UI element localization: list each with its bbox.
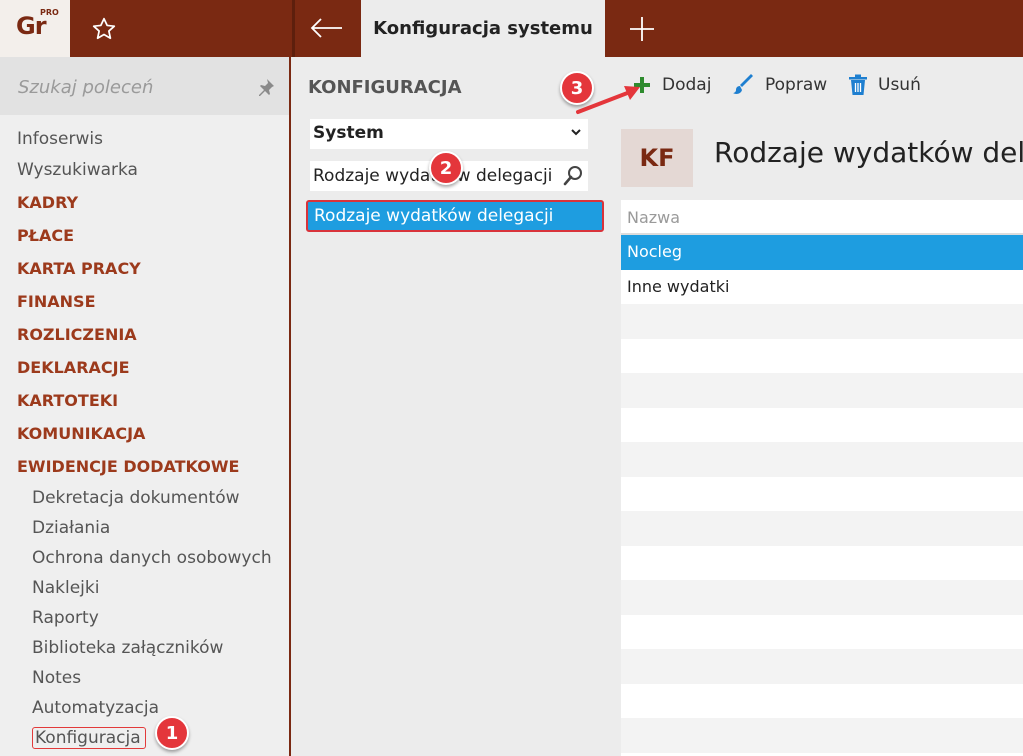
table-row-empty <box>621 546 1023 581</box>
tree-item-rodzaje-wydatkow[interactable]: Rodzaje wydatków delegacji <box>306 200 604 232</box>
table-row-empty <box>621 477 1023 512</box>
star-icon <box>92 17 116 40</box>
sidebar-subitem-naklejki[interactable]: Naklejki <box>17 573 287 603</box>
sidebar-category-place[interactable]: PŁACE <box>17 219 287 252</box>
table-row-empty <box>621 615 1023 650</box>
sidebar-item-infoserwis[interactable]: Infoserwis <box>17 124 287 155</box>
table-row-empty <box>621 580 1023 615</box>
table-row-empty <box>621 649 1023 684</box>
sidebar-category-kadry[interactable]: KADRY <box>17 186 287 219</box>
table-row[interactable]: Inne wydatki <box>621 270 1023 305</box>
tab-konfiguracja-systemu[interactable]: Konfiguracja systemu <box>361 0 605 57</box>
brush-icon <box>733 74 753 94</box>
section-select[interactable]: System <box>310 119 588 149</box>
table-row[interactable]: Nocleg <box>621 235 1023 270</box>
sidebar: Szukaj poleceń Infoserwis Wyszukiwarka K… <box>0 57 291 756</box>
search-icon[interactable] <box>562 165 584 187</box>
sidebar-subitem-biblioteka[interactable]: Biblioteka załączników <box>17 633 287 663</box>
sidebar-subitem-notes[interactable]: Notes <box>17 663 287 693</box>
top-divider <box>292 0 295 57</box>
edit-button-label: Popraw <box>765 75 828 95</box>
sidebar-subitem-konfiguracja[interactable]: Konfiguracja <box>17 723 287 753</box>
new-tab-button[interactable] <box>622 12 662 46</box>
data-table: Nazwa Nocleg Inne wydatki <box>621 200 1023 756</box>
sidebar-nav: Infoserwis Wyszukiwarka KADRY PŁACE KART… <box>17 124 287 753</box>
sidebar-subitem-konfiguracja-label: Konfiguracja <box>32 727 146 749</box>
delete-button-label: Usuń <box>878 75 921 95</box>
sidebar-category-kartoteki[interactable]: KARTOTEKI <box>17 384 287 417</box>
sidebar-subitem-dekretacja[interactable]: Dekretacja dokumentów <box>17 483 287 513</box>
search-input[interactable]: Szukaj poleceń <box>18 77 153 98</box>
module-badge: KF <box>621 129 693 187</box>
sidebar-category-komunikacja[interactable]: KOMUNIKACJA <box>17 417 287 450</box>
section-select-value: System <box>313 123 384 143</box>
page-title: Rodzaje wydatków dele <box>714 136 1023 169</box>
table-row-empty <box>621 442 1023 477</box>
sidebar-category-deklaracje[interactable]: DEKLARACJE <box>17 351 287 384</box>
sidebar-category-karta-pracy[interactable]: KARTA PRACY <box>17 252 287 285</box>
tree-item-label: Rodzaje wydatków delegacji <box>314 206 554 226</box>
table-row-empty <box>621 339 1023 374</box>
sidebar-subitem-raporty[interactable]: Raporty <box>17 603 287 633</box>
plus-icon <box>630 17 654 41</box>
back-button[interactable] <box>306 12 346 44</box>
sidebar-category-ewidencje-dodatkowe[interactable]: EWIDENCJE DODATKOWE <box>17 450 287 483</box>
sidebar-category-rozliczenia[interactable]: ROZLICZENIA <box>17 318 287 351</box>
sidebar-category-finanse[interactable]: FINANSE <box>17 285 287 318</box>
table-row-empty <box>621 511 1023 546</box>
callout-1: 1 <box>155 716 189 750</box>
favorites-button[interactable] <box>88 14 120 44</box>
edit-button[interactable]: Popraw <box>733 67 827 103</box>
back-arrow-icon <box>310 18 342 38</box>
pin-icon[interactable] <box>256 77 276 97</box>
callout-3: 3 <box>560 71 594 105</box>
add-button-label: Dodaj <box>662 75 712 95</box>
sidebar-subitem-ochrona-danych[interactable]: Ochrona danych osobowych <box>17 543 287 573</box>
app-logo[interactable]: Gr PRO <box>0 0 70 57</box>
sidebar-subitem-automatyzacja[interactable]: Automatyzacja <box>17 693 287 723</box>
toolbar: Dodaj Popraw Usuń <box>607 67 1023 103</box>
main-content: Dodaj Popraw Usuń KF Rodzaje wydatków de… <box>607 57 1023 756</box>
config-panel-title: KONFIGURACJA <box>308 77 462 98</box>
command-search[interactable]: Szukaj poleceń <box>0 57 289 115</box>
chevron-down-icon <box>571 129 581 136</box>
table-row-empty <box>621 684 1023 719</box>
sidebar-item-wyszukiwarka[interactable]: Wyszukiwarka <box>17 155 287 186</box>
logo-badge: PRO <box>40 8 59 17</box>
callout-2: 2 <box>429 151 463 185</box>
table-row-empty <box>621 373 1023 408</box>
trash-icon <box>849 74 867 95</box>
top-bar: Gr PRO Konfiguracja systemu <box>0 0 1023 57</box>
sidebar-subitem-dzialania[interactable]: Działania <box>17 513 287 543</box>
table-row-empty <box>621 304 1023 339</box>
delete-button[interactable]: Usuń <box>848 67 921 103</box>
column-header-nazwa[interactable]: Nazwa <box>621 200 1023 235</box>
table-row-empty <box>621 408 1023 443</box>
table-row-empty <box>621 718 1023 753</box>
